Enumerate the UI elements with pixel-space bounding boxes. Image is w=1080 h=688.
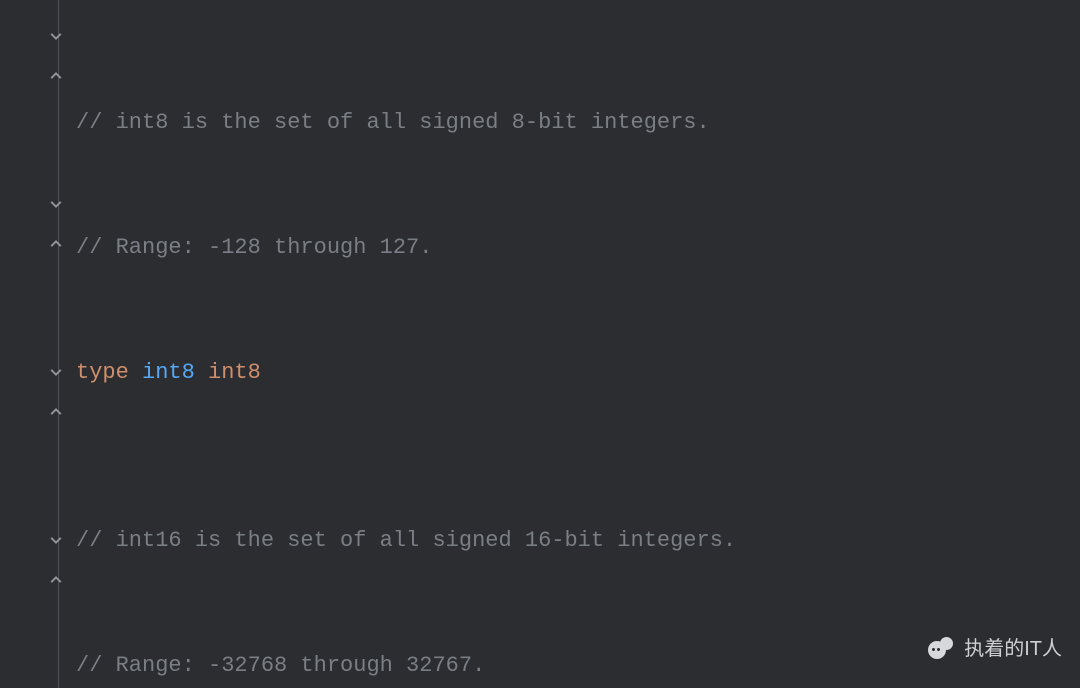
type-name: int8 (142, 360, 195, 385)
fold-handle-open-icon[interactable] (47, 194, 65, 212)
editor-gutter (0, 0, 62, 688)
fold-handle-close-icon[interactable] (47, 404, 65, 422)
comment-line: // int16 is the set of all signed 16-bit… (76, 528, 736, 553)
fold-handle-close-icon[interactable] (47, 68, 65, 86)
type-ref: int8 (208, 360, 261, 385)
keyword-type: type (76, 360, 129, 385)
fold-handle-open-icon[interactable] (47, 26, 65, 44)
fold-handle-close-icon[interactable] (47, 236, 65, 254)
fold-handle-close-icon[interactable] (47, 572, 65, 590)
comment-line: // int8 is the set of all signed 8-bit i… (76, 110, 710, 135)
watermark: 执着的IT人 (928, 630, 1062, 668)
comment-line: // Range: -128 through 127. (76, 235, 432, 260)
code-area[interactable]: // int8 is the set of all signed 8-bit i… (62, 0, 1080, 688)
code-editor[interactable]: // int8 is the set of all signed 8-bit i… (0, 0, 1080, 688)
fold-handle-open-icon[interactable] (47, 362, 65, 380)
wechat-icon (928, 637, 956, 661)
comment-line: // Range: -32768 through 32767. (76, 653, 485, 678)
fold-handle-open-icon[interactable] (47, 530, 65, 548)
watermark-text: 执着的IT人 (964, 630, 1062, 668)
